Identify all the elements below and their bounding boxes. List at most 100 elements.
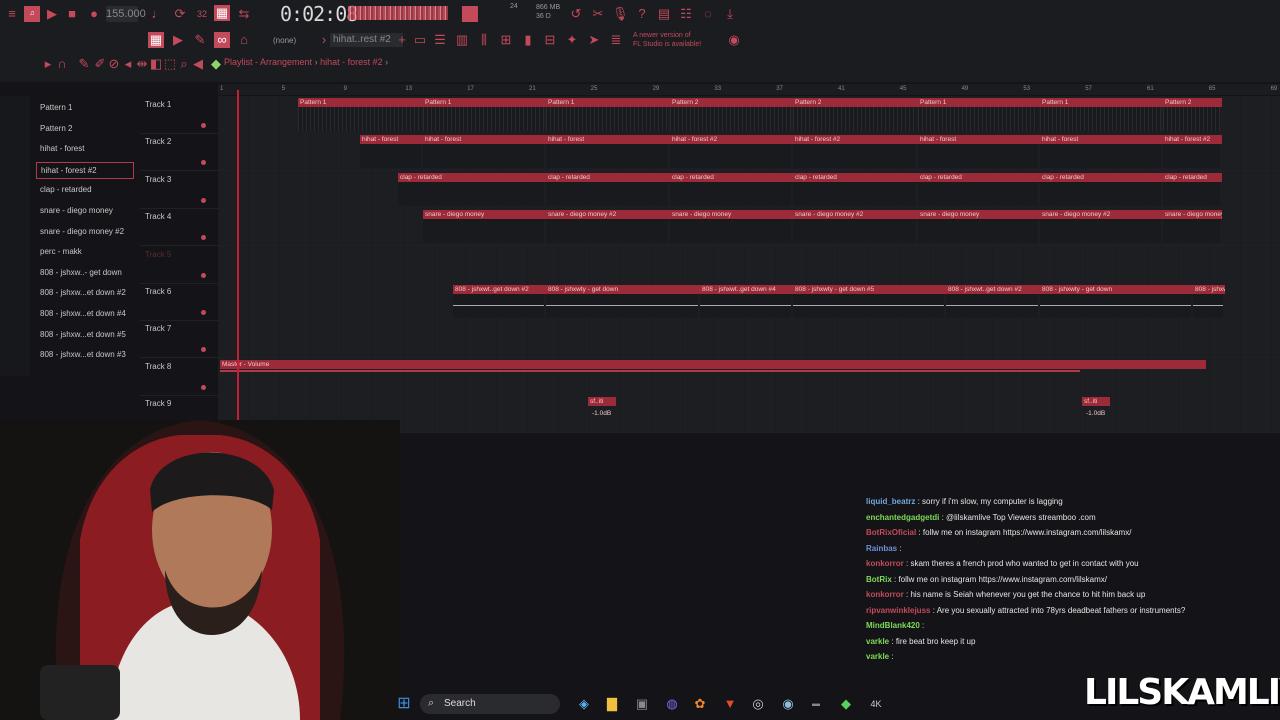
- track-mute-dot[interactable]: [201, 272, 206, 278]
- pattern-list-item[interactable]: 808 - jshxw..- get down: [36, 265, 132, 280]
- clip-body[interactable]: [793, 219, 916, 244]
- playlist-clip[interactable]: snare - diego money: [670, 210, 793, 220]
- clip-body[interactable]: [1163, 144, 1220, 169]
- file-explorer-icon[interactable]: ▇: [604, 696, 620, 712]
- draw-tool-icon[interactable]: ✎: [76, 56, 92, 72]
- playlist-clip[interactable]: 808 - jshxwt..get down #2: [453, 285, 546, 294]
- record-icon[interactable]: ●: [86, 6, 102, 22]
- clip-body[interactable]: [918, 181, 1038, 206]
- clip-body[interactable]: [670, 181, 791, 206]
- playlist-clip[interactable]: Pattern 1: [546, 98, 670, 107]
- save-icon[interactable]: ▤: [656, 6, 672, 22]
- track-name[interactable]: Track 5: [145, 250, 171, 259]
- clip-body[interactable]: [398, 181, 544, 206]
- app-icon[interactable]: ◎: [750, 696, 766, 712]
- pencil-icon[interactable]: ✎: [192, 32, 208, 48]
- track-row[interactable]: Track 6 808 - jshxwt..get down #2 808 - js…: [140, 283, 1280, 321]
- fx-clip[interactable]: sf..iti: [1082, 397, 1110, 407]
- playlist-clip[interactable]: clap - retarded: [1040, 172, 1163, 182]
- track-mute-dot[interactable]: [201, 347, 206, 353]
- mixer-view-icon[interactable]: ⫼: [476, 32, 492, 48]
- mixer-icon[interactable]: ☷: [678, 6, 694, 22]
- steam-icon[interactable]: ◉: [780, 696, 796, 712]
- app3-icon[interactable]: 4K: [868, 696, 884, 712]
- playlist-clip[interactable]: hihat - forest #2: [1163, 135, 1222, 145]
- loop-icon[interactable]: ⟳: [172, 6, 188, 22]
- piano-roll-icon[interactable]: ▥: [454, 32, 470, 48]
- playlist-clip[interactable]: snare - diego money #2: [546, 210, 670, 220]
- clip-body[interactable]: [793, 107, 916, 131]
- tempo-icon[interactable]: ⊟: [542, 32, 558, 48]
- help-icon[interactable]: ?: [634, 6, 650, 22]
- link-icon[interactable]: ∞: [214, 32, 230, 48]
- clip-body[interactable]: [1040, 219, 1161, 244]
- playlist-clip[interactable]: clap - retarded: [670, 172, 793, 182]
- tools-icon[interactable]: ≣: [608, 32, 624, 48]
- pattern-list-item[interactable]: hihat - forest #2: [36, 161, 134, 179]
- clip-body[interactable]: [546, 107, 668, 131]
- playlist-clip[interactable]: hihat - forest: [546, 135, 670, 145]
- snap-value[interactable]: (none): [273, 36, 296, 45]
- clip-body[interactable]: [423, 107, 544, 131]
- fl-studio-icon[interactable]: ✿: [692, 696, 708, 712]
- clip-body[interactable]: [546, 219, 668, 244]
- clip-body[interactable]: [1163, 219, 1220, 244]
- clip-body[interactable]: [1193, 294, 1223, 318]
- taskbar-search[interactable]: ⌕ Search: [420, 694, 560, 714]
- track-row[interactable]: Track 5: [140, 245, 1280, 284]
- play-icon[interactable]: ▶: [44, 6, 60, 22]
- plugin-icon[interactable]: ▮: [520, 32, 536, 48]
- magnet-icon[interactable]: ∩: [54, 56, 70, 72]
- playlist-clip[interactable]: snare - diego money: [423, 210, 546, 220]
- menu-icon[interactable]: ≡: [4, 6, 20, 22]
- automation-clip[interactable]: Master - Volume: [220, 359, 1206, 369]
- track-name[interactable]: Track 3: [145, 175, 171, 184]
- playlist-clip[interactable]: Pattern 1: [1040, 98, 1163, 107]
- play-pattern-icon[interactable]: ▶: [170, 32, 186, 48]
- track-mute-dot[interactable]: [201, 384, 206, 390]
- clip-body[interactable]: [423, 144, 544, 169]
- clip-body[interactable]: [793, 144, 916, 169]
- clip-body[interactable]: [793, 181, 916, 206]
- clip-body[interactable]: [423, 219, 544, 244]
- countdown-icon[interactable]: ⇆: [236, 6, 252, 22]
- track-row[interactable]: Track 3 clap - retarded clap - retarded cla…: [140, 170, 1280, 209]
- clip-body[interactable]: [670, 144, 791, 169]
- playlist-clip[interactable]: snare - diego money: [918, 210, 1040, 220]
- brave-icon[interactable]: ▼: [722, 696, 738, 712]
- playlist-clip[interactable]: Pattern 2: [1163, 98, 1222, 107]
- update-notice[interactable]: A newer version of FL Studio is availabl…: [633, 31, 701, 49]
- playlist-clip[interactable]: hihat - forest #2: [793, 135, 918, 145]
- metronome-icon[interactable]: ♩: [150, 6, 166, 22]
- track-name[interactable]: Track 2: [145, 137, 171, 146]
- clip-body[interactable]: [360, 144, 421, 169]
- clip-body[interactable]: [1040, 181, 1161, 206]
- playback-tool-icon[interactable]: ◀: [190, 56, 206, 72]
- playlist-clip[interactable]: Pattern 2: [670, 98, 793, 107]
- mic-icon[interactable]: 🎙: [612, 6, 629, 22]
- clip-body[interactable]: [700, 294, 791, 318]
- xbox-icon[interactable]: ◆: [838, 696, 854, 712]
- clip-body[interactable]: [918, 107, 1038, 131]
- edison-icon[interactable]: ✦: [564, 32, 580, 48]
- clip-body[interactable]: [670, 107, 791, 131]
- stop-icon[interactable]: ■: [64, 6, 80, 22]
- pattern-selector[interactable]: hihat..rest #2: [330, 33, 403, 47]
- fx-clip[interactable]: -1.0dB: [1084, 409, 1112, 418]
- pattern-list-item[interactable]: perc - makk: [36, 244, 132, 259]
- pattern-list-item[interactable]: Pattern 1: [36, 100, 132, 115]
- pattern-mode-icon[interactable]: ▦: [148, 32, 164, 48]
- track-name[interactable]: Track 7: [145, 324, 171, 333]
- playlist-clip[interactable]: clap - retarded: [546, 172, 670, 182]
- clip-body[interactable]: [546, 144, 668, 169]
- step-icon[interactable]: 32: [194, 6, 210, 22]
- playlist-clip[interactable]: Pattern 1: [423, 98, 546, 107]
- channel-rack-icon[interactable]: ☰: [432, 32, 448, 48]
- track-mute-dot[interactable]: [201, 235, 206, 241]
- track-lane[interactable]: [218, 245, 1280, 283]
- windows-start-icon[interactable]: ⊞: [396, 696, 412, 712]
- browser-icon[interactable]: ⊞: [498, 32, 514, 48]
- clip-body[interactable]: [670, 219, 791, 244]
- app2-icon[interactable]: ▬: [808, 696, 824, 712]
- pattern-list-item[interactable]: 808 - jshxw...et down #2: [36, 285, 132, 300]
